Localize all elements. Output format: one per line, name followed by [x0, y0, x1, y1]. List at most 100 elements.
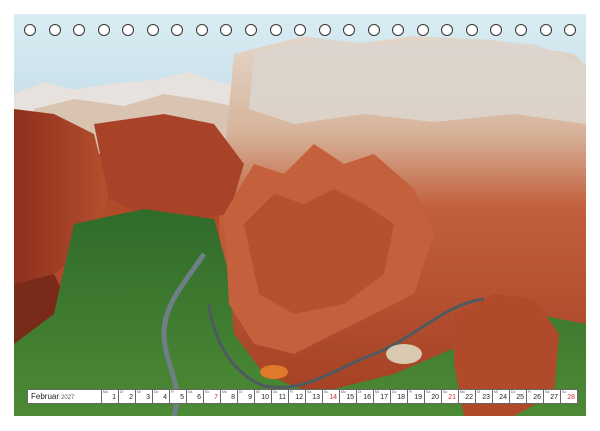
day-number: 4 — [163, 394, 167, 401]
binding-hole — [244, 24, 257, 36]
day-number: 7 — [214, 394, 218, 401]
day-number: 25 — [516, 394, 524, 401]
weekday-label: Mo — [103, 390, 108, 394]
day-number: 22 — [465, 394, 473, 401]
day-number: 8 — [231, 394, 235, 401]
binding-hole — [564, 24, 577, 36]
day-number: 11 — [278, 394, 286, 401]
binding-hole — [195, 24, 208, 36]
day-number: 10 — [261, 394, 269, 401]
day-number: 9 — [248, 394, 252, 401]
day-number: 24 — [499, 394, 507, 401]
day-cell: Do 25 — [510, 389, 527, 404]
day-cell: Sa 20 — [425, 389, 442, 404]
binding-hole — [122, 24, 135, 36]
day-number: 14 — [329, 394, 337, 401]
weekday-label: Mo — [460, 390, 465, 394]
day-cell: Sa 27 — [544, 389, 561, 404]
day-cell: Mo 22 — [459, 389, 476, 404]
day-number: 18 — [397, 394, 405, 401]
day-number: 6 — [197, 394, 201, 401]
month-name: Februar — [31, 392, 60, 401]
binding-hole — [73, 24, 86, 36]
weekday-label: Di — [358, 390, 362, 394]
binding-hole — [539, 24, 552, 36]
binding-hole — [343, 24, 356, 36]
month-label: Februar 2027 — [27, 389, 102, 404]
day-cell: Mo 15 — [340, 389, 357, 404]
day-cell: Fr 26 — [527, 389, 544, 404]
binding-hole — [392, 24, 405, 36]
weekday-label: Mi — [256, 390, 260, 394]
day-number: 21 — [448, 394, 456, 401]
weekday-label: Fr — [409, 390, 413, 394]
day-cell: Mo 1 — [102, 389, 119, 404]
day-number: 13 — [312, 394, 320, 401]
binding-hole — [97, 24, 110, 36]
binding-hole — [24, 24, 36, 36]
day-cell: So 7 — [204, 389, 221, 404]
weekday-label: Do — [154, 390, 159, 394]
binding-hole — [171, 24, 184, 36]
day-cells: Mo 1 Di 2 Mi 3 Do 4 Fr 5 Sa 6 So 7 Mo 8 Di 9 Mi 10 Do 11 Fr 12 S… — [102, 389, 578, 404]
day-cell: Fr 5 — [170, 389, 187, 404]
binding-hole — [367, 24, 380, 36]
weekday-label: Sa — [426, 390, 431, 394]
day-cell: Do 11 — [272, 389, 289, 404]
binding-hole — [146, 24, 159, 36]
binding-hole — [416, 24, 429, 36]
binding-hole — [269, 24, 282, 36]
day-number: 12 — [295, 394, 303, 401]
day-cell: Do 4 — [153, 389, 170, 404]
calendar-page: Februar 2027 Mo 1 Di 2 Mi 3 Do 4 Fr 5 Sa 6 So 7 Mo 8 Di 9 M… — [0, 0, 600, 431]
day-cell: Di 16 — [357, 389, 374, 404]
day-cell: Di 2 — [119, 389, 136, 404]
weekday-label: Mo — [222, 390, 227, 394]
binding-hole — [220, 24, 233, 36]
binding-hole — [48, 24, 61, 36]
day-number: 28 — [567, 394, 575, 401]
day-number: 15 — [346, 394, 354, 401]
weekday-label: So — [562, 390, 567, 394]
canyon-photo — [14, 14, 586, 416]
day-cell: Mi 17 — [374, 389, 391, 404]
month-year: 2027 — [61, 395, 75, 401]
date-strip: Februar 2027 Mo 1 Di 2 Mi 3 Do 4 Fr 5 Sa 6 So 7 Mo 8 Di 9 M… — [27, 389, 578, 404]
day-cell: Fr 19 — [408, 389, 425, 404]
binding-hole — [441, 24, 454, 36]
day-number: 2 — [129, 394, 133, 401]
day-cell: Mi 10 — [255, 389, 272, 404]
binding-hole — [318, 24, 331, 36]
weekday-label: Mi — [137, 390, 141, 394]
day-number: 1 — [112, 394, 116, 401]
weekday-label: Mi — [494, 390, 498, 394]
day-cell: Fr 12 — [289, 389, 306, 404]
binding-hole — [465, 24, 478, 36]
day-number: 20 — [431, 394, 439, 401]
weekday-label: Mo — [341, 390, 346, 394]
day-number: 17 — [380, 394, 388, 401]
day-number: 5 — [180, 394, 184, 401]
day-cell: So 14 — [323, 389, 340, 404]
weekday-label: Di — [120, 390, 124, 394]
day-number: 26 — [533, 394, 541, 401]
weekday-label: Di — [477, 390, 481, 394]
weekday-label: Do — [511, 390, 516, 394]
binding-hole — [490, 24, 503, 36]
weekday-label: Sa — [545, 390, 550, 394]
day-cell: Mi 3 — [136, 389, 153, 404]
weekday-label: Sa — [188, 390, 193, 394]
weekday-label: Di — [239, 390, 243, 394]
day-number: 27 — [550, 394, 558, 401]
day-cell: Do 18 — [391, 389, 408, 404]
weekday-label: Fr — [171, 390, 175, 394]
day-cell: Di 9 — [238, 389, 255, 404]
weekday-label: So — [324, 390, 329, 394]
day-cell: Di 23 — [476, 389, 493, 404]
weekday-label: Do — [392, 390, 397, 394]
day-cell: Sa 6 — [187, 389, 204, 404]
weekday-label: So — [443, 390, 448, 394]
binding-hole — [294, 24, 307, 36]
weekday-label: Sa — [307, 390, 312, 394]
weekday-label: Do — [273, 390, 278, 394]
